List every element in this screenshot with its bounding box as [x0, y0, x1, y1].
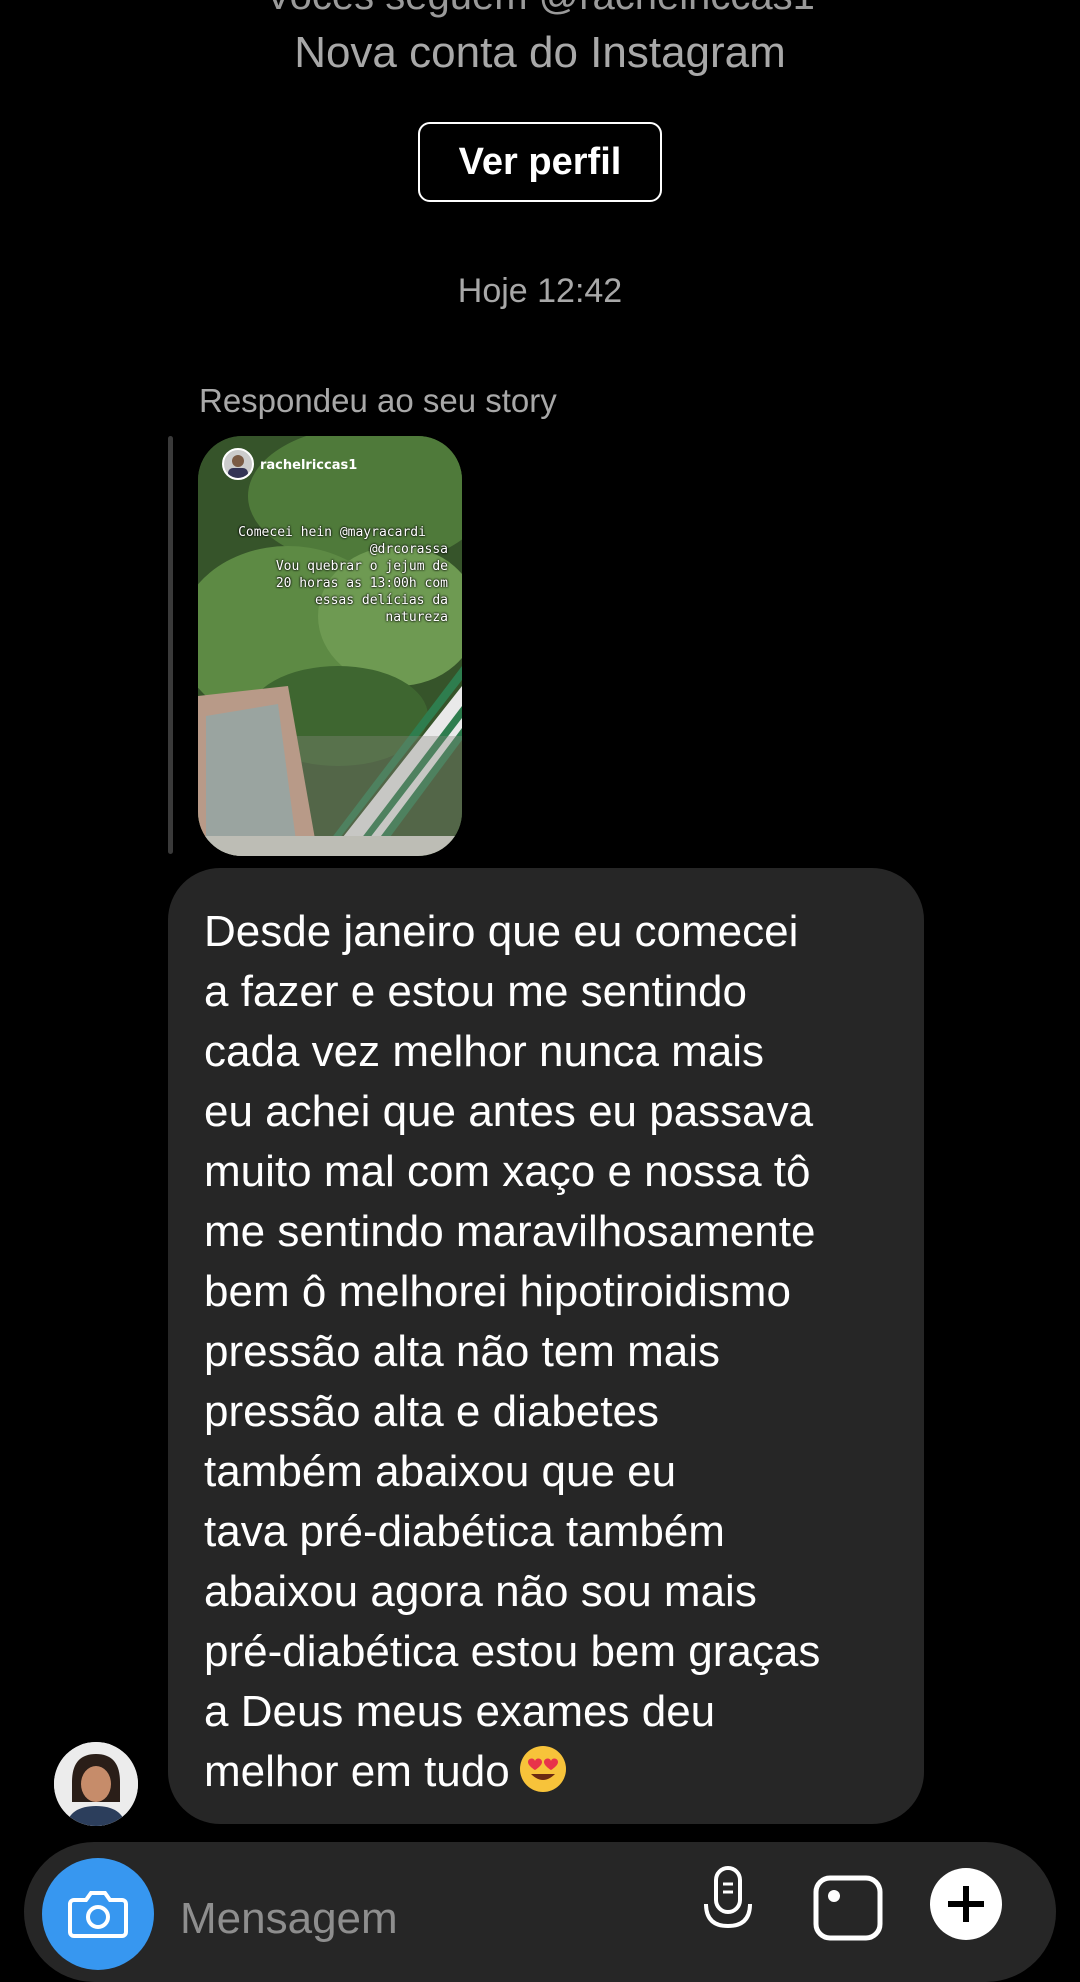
- story-caption-line: @drcorassa: [369, 542, 448, 557]
- camera-icon: [68, 1891, 128, 1938]
- story-caption-line: 20 horas as 13:00h com: [275, 576, 448, 591]
- sender-avatar[interactable]: [54, 1742, 138, 1826]
- story-caption-line: Vou quebrar o jejum de: [275, 559, 448, 574]
- story-caption: Comecei hein @mayracardi @drcorassa Vou …: [216, 524, 448, 626]
- microphone-icon[interactable]: [700, 1864, 756, 1944]
- followed-by-text: Vocês seguem @rachelriccas1: [0, 0, 1080, 19]
- story-author-avatar: [222, 448, 254, 480]
- story-image: [198, 436, 462, 856]
- gallery-icon[interactable]: [812, 1864, 884, 1944]
- story-caption-line: natureza: [385, 610, 448, 625]
- camera-button[interactable]: [42, 1858, 154, 1970]
- reply-quote-bar: [168, 436, 173, 854]
- message-composer: Mensagem: [24, 1842, 1056, 1982]
- account-subtitle: Nova conta do Instagram: [294, 28, 786, 77]
- story-caption-line: Comecei hein @mayracardi: [238, 525, 426, 540]
- message-timestamp: Hoje 12:42: [457, 272, 623, 310]
- story-thumbnail[interactable]: rachelriccas1 Comecei hein @mayracardi @…: [198, 436, 462, 856]
- heart-eyes-emoji-icon: [520, 1746, 567, 1792]
- plus-icon[interactable]: [928, 1864, 1004, 1944]
- story-caption-line: essas delícias da: [314, 593, 448, 608]
- message-text: Desde janeiro que eu comecei a fazer e e…: [204, 907, 821, 1796]
- story-reply-label: Respondeu ao seu story: [199, 382, 557, 419]
- message-input[interactable]: Mensagem: [180, 1894, 398, 1944]
- message-bubble[interactable]: Desde janeiro que eu comecei a fazer e e…: [168, 868, 924, 1824]
- view-profile-button[interactable]: Ver perfil: [418, 122, 662, 202]
- story-username: rachelriccas1: [260, 458, 358, 473]
